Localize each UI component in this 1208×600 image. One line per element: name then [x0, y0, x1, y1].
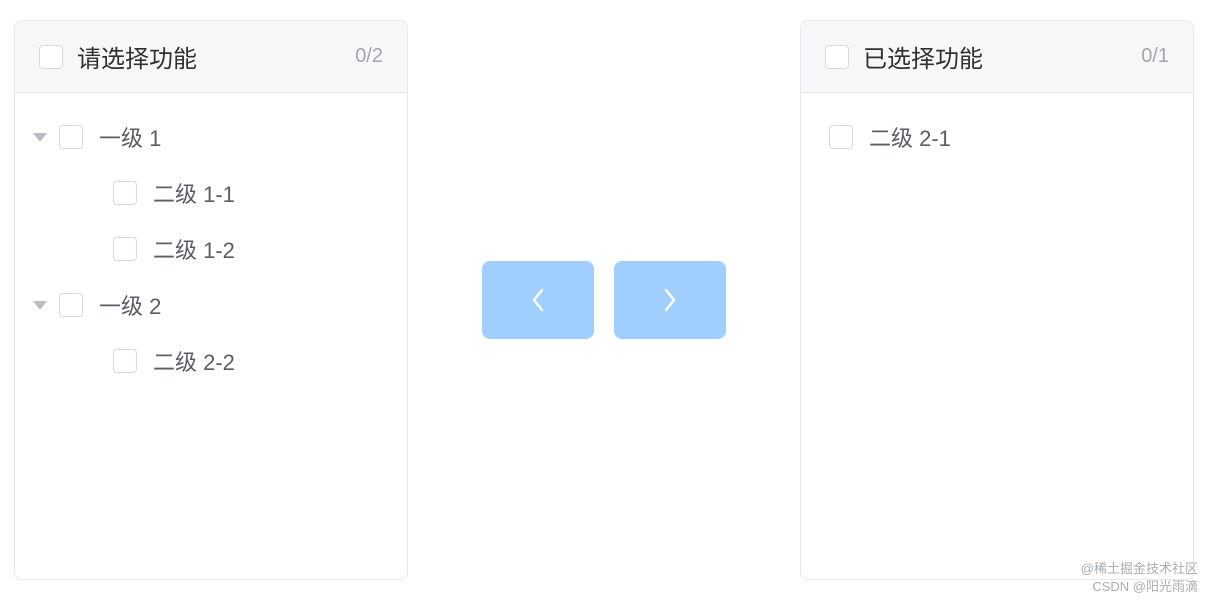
source-panel-body: 一级 1 二级 1-1 二级 1-2 一级 2 二级 2-2 — [15, 93, 407, 579]
transfer-container: 请选择功能 0/2 一级 1 二级 1-1 二级 1-2 一级 2 二级 2-2 已选择… — [0, 0, 1208, 600]
move-left-button[interactable] — [482, 261, 594, 339]
transfer-buttons-group — [408, 261, 800, 339]
source-panel: 请选择功能 0/2 一级 1 二级 1-1 二级 1-2 一级 2 二级 2-2 — [14, 20, 408, 580]
target-panel-title: 已选择功能 — [863, 39, 1141, 74]
chevron-left-icon — [529, 286, 547, 314]
tree-node[interactable]: 一级 1 — [27, 109, 395, 165]
tree-node-label: 一级 1 — [99, 121, 161, 153]
tree-node-label: 二级 2-2 — [153, 345, 235, 377]
tree-node-label: 一级 2 — [99, 289, 161, 321]
tree-node-label: 二级 1-2 — [153, 233, 235, 265]
list-item-label: 二级 2-1 — [869, 121, 951, 153]
chevron-right-icon — [661, 286, 679, 314]
tree-node[interactable]: 二级 1-2 — [27, 221, 395, 277]
target-select-all-checkbox[interactable] — [825, 45, 849, 69]
tree-node[interactable]: 二级 1-1 — [27, 165, 395, 221]
tree-node[interactable]: 二级 2-2 — [27, 333, 395, 389]
caret-down-icon[interactable] — [33, 301, 47, 310]
source-panel-title: 请选择功能 — [77, 39, 355, 74]
source-select-all-checkbox[interactable] — [39, 45, 63, 69]
target-panel: 已选择功能 0/1 二级 2-1 — [800, 20, 1194, 580]
tree-node-checkbox[interactable] — [59, 293, 83, 317]
tree-node-checkbox[interactable] — [113, 237, 137, 261]
target-panel-count: 0/1 — [1141, 45, 1169, 68]
move-right-button[interactable] — [614, 261, 726, 339]
tree-node-checkbox[interactable] — [113, 349, 137, 373]
tree-node[interactable]: 一级 2 — [27, 277, 395, 333]
target-panel-header: 已选择功能 0/1 — [801, 21, 1193, 93]
tree-node-checkbox[interactable] — [113, 181, 137, 205]
caret-down-icon[interactable] — [33, 133, 47, 142]
target-panel-body: 二级 2-1 — [801, 93, 1193, 579]
tree-node-label: 二级 1-1 — [153, 177, 235, 209]
list-item[interactable]: 二级 2-1 — [813, 109, 1181, 165]
list-item-checkbox[interactable] — [829, 125, 853, 149]
source-panel-count: 0/2 — [355, 45, 383, 68]
source-panel-header: 请选择功能 0/2 — [15, 21, 407, 93]
tree-node-checkbox[interactable] — [59, 125, 83, 149]
